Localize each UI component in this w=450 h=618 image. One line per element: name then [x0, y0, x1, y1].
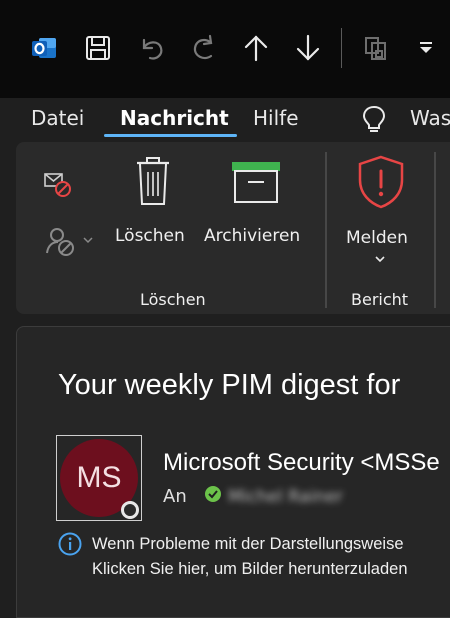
group-label-delete: Löschen: [140, 290, 206, 309]
delete-button[interactable]: Löschen: [112, 150, 192, 254]
chevron-down-icon: [375, 256, 385, 263]
toolbar-separator: [341, 28, 342, 68]
archive-button[interactable]: Archivieren: [202, 150, 310, 254]
print-preview-icon[interactable]: [358, 30, 394, 66]
ribbon-group-separator: [434, 152, 436, 308]
ribbon-tabs: Datei Nachricht Hilfe Was: [0, 98, 450, 142]
info-icon: [58, 532, 82, 556]
trash-icon: [137, 157, 169, 205]
sender-name[interactable]: Microsoft Security <MSSe: [163, 449, 440, 477]
outlook-logo-icon: [26, 30, 62, 66]
redo-icon[interactable]: [186, 30, 222, 66]
move-down-icon[interactable]: [290, 30, 326, 66]
report-button[interactable]: Melden: [342, 150, 422, 270]
report-button-label: Melden: [346, 228, 408, 248]
ribbon-panel: Löschen Archivieren Löschen Melden Beric…: [16, 142, 450, 314]
active-tab-indicator: [104, 134, 237, 137]
customize-dropdown-icon[interactable]: [408, 30, 444, 66]
archive-icon: [232, 162, 280, 203]
save-icon[interactable]: [80, 30, 116, 66]
message-subject: Your weekly PIM digest for: [58, 369, 401, 401]
tell-me-search[interactable]: Was: [410, 106, 450, 130]
undo-icon[interactable]: [134, 30, 170, 66]
lightbulb-icon[interactable]: [360, 104, 388, 136]
ribbon-group-separator: [325, 152, 327, 308]
block-sender-icon[interactable]: [44, 224, 78, 258]
tab-nachricht[interactable]: Nachricht: [120, 106, 229, 130]
group-label-report: Bericht: [351, 290, 409, 309]
ignore-conversation-icon[interactable]: [42, 170, 74, 200]
to-label: An: [163, 486, 187, 507]
delete-button-label: Löschen: [115, 226, 185, 246]
archive-button-label: Archivieren: [204, 226, 301, 246]
presence-status-icon: [121, 501, 139, 519]
recipient-status-icon: [205, 486, 221, 502]
tab-hilfe[interactable]: Hilfe: [253, 106, 299, 130]
download-images-link[interactable]: Klicken Sie hier, um Bilder herunterzula…: [92, 560, 408, 579]
shield-alert-icon: [358, 155, 404, 209]
info-bar-text[interactable]: Wenn Probleme mit der Darstellungsweise: [92, 535, 404, 554]
recipient-name[interactable]: Michel Rainer: [228, 487, 343, 507]
move-up-icon[interactable]: [238, 30, 274, 66]
chevron-down-icon[interactable]: [82, 234, 94, 246]
tab-datei[interactable]: Datei: [31, 106, 84, 130]
quick-access-toolbar: [0, 0, 450, 98]
